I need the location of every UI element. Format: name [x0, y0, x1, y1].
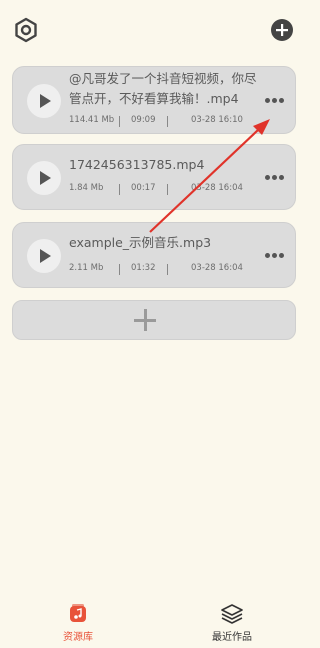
add-icon[interactable] [268, 16, 296, 44]
plus-icon [134, 309, 156, 331]
divider [119, 184, 120, 195]
file-meta: 2.11 Mb 01:32 03-28 16:04 [69, 263, 285, 277]
file-name: @凡哥发了一个抖音短视频，你尽管点开，不好看算我输！.mp4 [69, 71, 257, 106]
bottom-nav: 资源库 最近作品 [0, 596, 308, 648]
settings-icon[interactable] [12, 16, 40, 44]
nav-item-library[interactable]: 资源库 [38, 604, 118, 644]
divider [119, 264, 120, 275]
file-meta: 1.84 Mb 00:17 03-28 16:04 [69, 183, 285, 197]
file-date: 03-28 16:10 [191, 115, 243, 125]
divider [167, 116, 168, 127]
music-library-icon [70, 604, 86, 622]
file-duration: 09:09 [131, 115, 156, 125]
divider [167, 184, 168, 195]
file-card[interactable]: @凡哥发了一个抖音短视频，你尽管点开，不好看算我输！.mp4 114.41 Mb… [12, 66, 296, 134]
file-card[interactable]: example_示例音乐.mp3 2.11 Mb 01:32 03-28 16:… [12, 222, 296, 288]
play-button[interactable] [27, 161, 61, 195]
more-options-icon[interactable] [265, 175, 285, 181]
file-date: 03-28 16:04 [191, 183, 243, 193]
more-options-icon[interactable] [265, 98, 285, 104]
nav-item-recent[interactable]: 最近作品 [192, 604, 272, 644]
play-button[interactable] [27, 239, 61, 273]
file-date: 03-28 16:04 [191, 263, 243, 273]
layers-icon [221, 604, 243, 624]
file-name: example_示例音乐.mp3 [69, 235, 212, 250]
add-file-button[interactable] [12, 300, 296, 340]
file-meta: 114.41 Mb 09:09 03-28 16:10 [69, 115, 285, 129]
file-size: 2.11 Mb [69, 263, 104, 273]
play-button[interactable] [27, 84, 61, 118]
file-size: 114.41 Mb [69, 115, 115, 125]
file-duration: 00:17 [131, 183, 156, 193]
more-options-icon[interactable] [265, 253, 285, 259]
divider [119, 116, 120, 127]
nav-label-library: 资源库 [63, 632, 93, 643]
nav-label-recent: 最近作品 [212, 632, 252, 643]
file-name: 1742456313785.mp4 [69, 157, 205, 172]
file-size: 1.84 Mb [69, 183, 104, 193]
divider [167, 264, 168, 275]
file-card[interactable]: 1742456313785.mp4 1.84 Mb 00:17 03-28 16… [12, 144, 296, 210]
file-duration: 01:32 [131, 263, 156, 273]
